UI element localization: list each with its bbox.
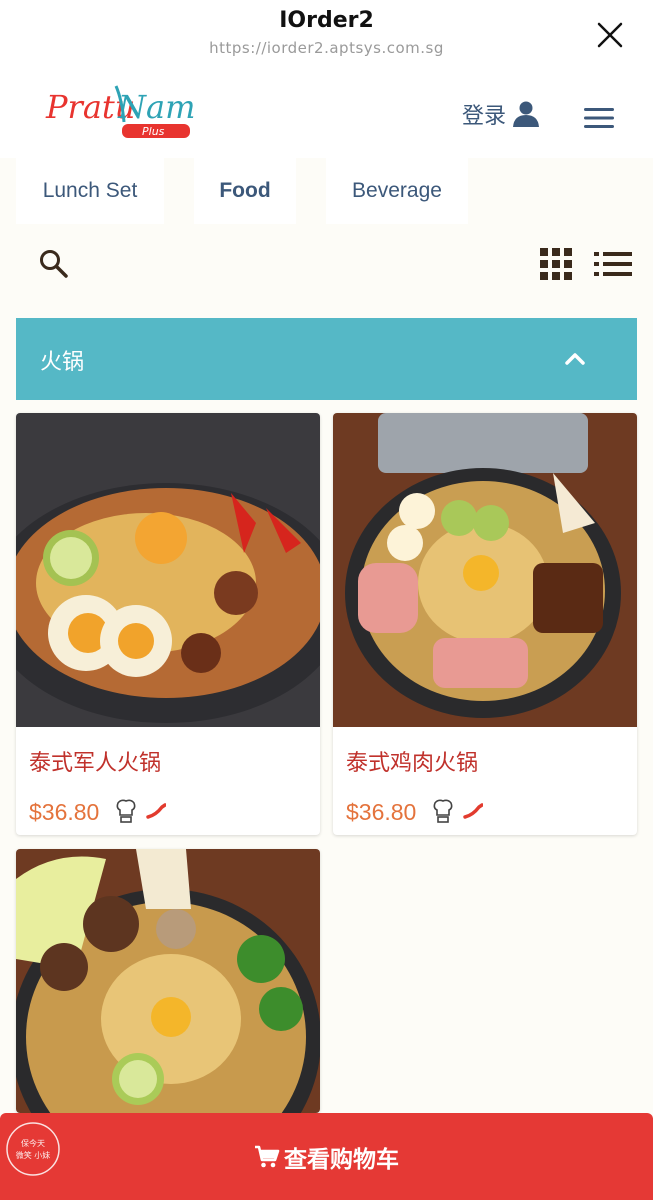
svg-text:Plus: Plus [142, 125, 165, 138]
product-image [333, 413, 637, 727]
tab-lunch-set[interactable]: Lunch Set [16, 158, 164, 224]
watermark-logo: 保今天 微笑 小妹 [6, 1122, 60, 1176]
chili-icon [463, 803, 483, 819]
browser-url: https://iorder2.aptsys.com.sg [209, 39, 444, 57]
svg-text:微笑 小妹: 微笑 小妹 [16, 1150, 51, 1160]
browser-title: IOrder2 [279, 8, 374, 33]
product-image [16, 849, 320, 1113]
login-label: 登录 [462, 104, 507, 129]
product-name: 泰式鸡肉火锅 [346, 751, 479, 776]
tab-beverage[interactable]: Beverage [326, 158, 468, 224]
category-header[interactable]: 火锅 [16, 318, 637, 400]
svg-text:保今天: 保今天 [21, 1138, 45, 1148]
product-name: 泰式军人火锅 [29, 751, 162, 776]
close-icon[interactable] [595, 20, 625, 50]
category-tabs: Lunch Set Food Beverage [16, 158, 637, 224]
product-price: $36.80 [346, 799, 417, 825]
svg-text:Nam: Nam [117, 88, 194, 126]
product-card[interactable]: 泰式军人火锅 $36.80 [16, 413, 320, 835]
chevron-up-icon[interactable] [564, 348, 586, 370]
view-cart-label: 查看购物车 [284, 1146, 399, 1173]
chef-icon [116, 799, 136, 823]
view-toolbar [16, 240, 637, 290]
cart-icon [255, 1145, 280, 1167]
grid-view-icon[interactable] [540, 248, 572, 280]
menu-icon[interactable] [584, 106, 614, 130]
view-cart-button[interactable]: 查看购物车 [0, 1113, 653, 1200]
chili-icon [146, 803, 166, 819]
product-card[interactable] [16, 849, 320, 1113]
product-card[interactable]: 泰式鸡肉火锅 $36.80 [333, 413, 637, 835]
tab-food[interactable]: Food [194, 158, 296, 224]
app-header: Pratu Nam Plus 登录 [0, 70, 653, 158]
brand-logo[interactable]: Pratu Nam Plus [44, 78, 194, 148]
chef-icon [433, 799, 453, 823]
category-title: 火锅 [40, 350, 85, 375]
list-view-icon[interactable] [594, 250, 632, 278]
browser-bar: IOrder2 https://iorder2.aptsys.com.sg [0, 0, 653, 70]
product-price: $36.80 [29, 799, 100, 825]
login-button[interactable]: 登录 [462, 98, 540, 130]
search-icon[interactable] [38, 248, 70, 280]
product-image [16, 413, 320, 727]
user-icon [513, 101, 540, 127]
